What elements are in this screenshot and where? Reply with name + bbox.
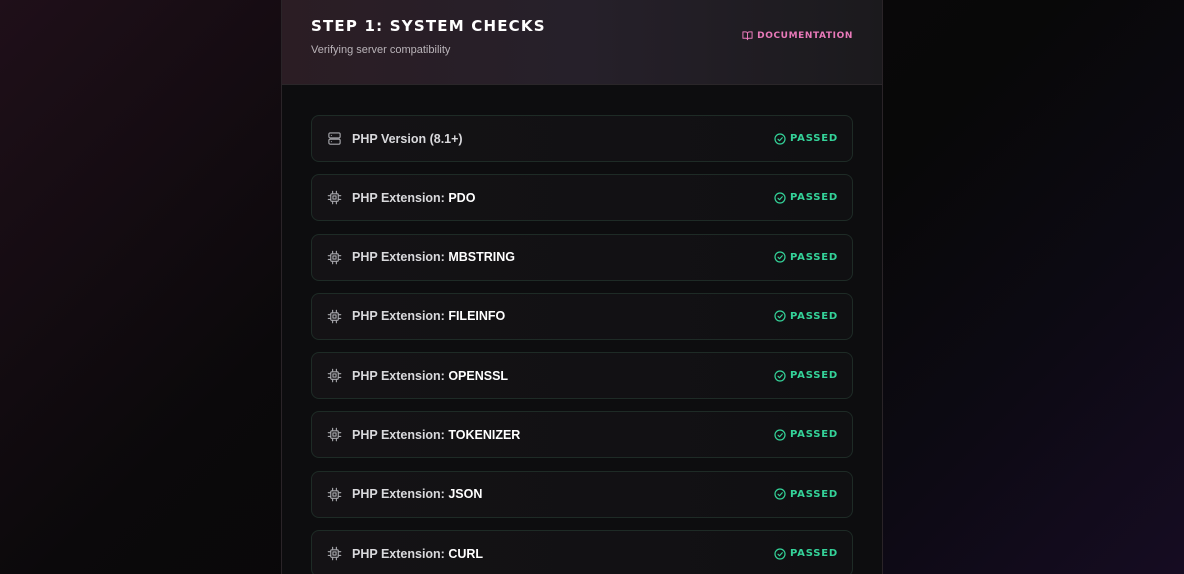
- documentation-link-label: DOCUMENTATION: [757, 30, 853, 41]
- check-label: PHP Extension: FILEINFO: [352, 309, 505, 323]
- check-label-prefix: PHP Extension:: [352, 487, 449, 502]
- system-check-row: PHP Extension: PDO PASSED: [311, 174, 853, 222]
- status-text: PASSED: [789, 133, 838, 144]
- check-label-prefix: PHP Extension:: [352, 368, 449, 383]
- status-badge: PASSED: [774, 310, 838, 322]
- system-check-row: PHP Extension: MBSTRING PASSED: [311, 233, 853, 281]
- status-text: PASSED: [789, 548, 838, 560]
- check-circle-icon: [774, 547, 786, 560]
- system-check-row: PHP Extension: CURL PASSED: [311, 530, 853, 574]
- system-check-row: PHP Extension: JSON PASSED: [311, 470, 853, 518]
- check-label-prefix: PHP Extension:: [352, 309, 449, 324]
- check-circle-icon: [774, 310, 786, 322]
- status-badge: PASSED: [774, 370, 838, 382]
- check-label-prefix: PHP Version (8.1+): [352, 131, 463, 146]
- check-extension-name: OPENSSL: [448, 368, 509, 383]
- status-badge: PASSED: [774, 547, 838, 560]
- cpu-chip-icon: [326, 368, 342, 384]
- check-label-prefix: PHP Extension:: [352, 250, 449, 265]
- check-extension-name: TOKENIZER: [448, 427, 521, 442]
- cpu-chip-icon: [326, 546, 342, 562]
- check-circle-icon: [774, 488, 786, 500]
- system-check-row: PHP Version (8.1+) PASSED: [311, 115, 853, 162]
- check-label: PHP Extension: CURL: [352, 547, 483, 561]
- status-badge: PASSED: [774, 251, 838, 263]
- status-badge: PASSED: [774, 429, 838, 441]
- check-extension-name: FILEINFO: [448, 309, 506, 324]
- status-text: PASSED: [789, 370, 838, 382]
- book-open-icon: [742, 30, 753, 41]
- status-badge: PASSED: [774, 132, 838, 145]
- check-extension-name: PDO: [448, 190, 476, 205]
- system-check-row: PHP Extension: TOKENIZER PASSED: [311, 411, 853, 459]
- check-label: PHP Version (8.1+): [352, 132, 463, 146]
- status-text: PASSED: [789, 310, 838, 322]
- check-circle-icon: [774, 132, 786, 145]
- check-label: PHP Extension: PDO: [352, 191, 475, 205]
- system-check-row: PHP Extension: OPENSSL PASSED: [311, 352, 853, 400]
- server-icon: [326, 131, 342, 147]
- system-check-row: PHP Extension: FILEINFO PASSED: [311, 292, 853, 340]
- check-label: PHP Extension: JSON: [352, 487, 482, 501]
- installer-panel: STEP 1: SYSTEM CHECKS Verifying server c…: [281, 0, 883, 574]
- check-label: PHP Extension: MBSTRING: [352, 250, 515, 264]
- check-label: PHP Extension: TOKENIZER: [352, 428, 520, 442]
- check-circle-icon: [774, 370, 786, 382]
- status-text: PASSED: [789, 488, 838, 500]
- check-circle-icon: [774, 251, 786, 263]
- check-circle-icon: [774, 192, 786, 204]
- check-extension-name: MBSTRING: [448, 250, 515, 265]
- check-extension-name: CURL: [448, 546, 484, 561]
- status-text: PASSED: [789, 192, 838, 204]
- check-label: PHP Extension: OPENSSL: [352, 369, 508, 383]
- check-extension-name: JSON: [448, 487, 483, 502]
- status-text: PASSED: [789, 251, 838, 263]
- step-subtitle: Verifying server compatibility: [311, 44, 451, 56]
- check-label-prefix: PHP Extension:: [352, 546, 449, 561]
- cpu-chip-icon: [326, 486, 342, 502]
- documentation-link[interactable]: DOCUMENTATION: [742, 30, 853, 41]
- system-check-list: PHP Version (8.1+) PASSED PHP Extension: P…: [311, 115, 853, 574]
- cpu-chip-icon: [326, 427, 342, 443]
- cpu-chip-icon: [326, 190, 342, 206]
- status-text: PASSED: [789, 429, 838, 441]
- check-circle-icon: [774, 429, 786, 441]
- panel-header: STEP 1: SYSTEM CHECKS Verifying server c…: [282, 0, 882, 85]
- cpu-chip-icon: [326, 308, 342, 324]
- check-label-prefix: PHP Extension:: [352, 427, 449, 442]
- status-badge: PASSED: [774, 488, 838, 500]
- step-title: STEP 1: SYSTEM CHECKS: [311, 17, 546, 35]
- check-label-prefix: PHP Extension:: [352, 190, 449, 205]
- status-badge: PASSED: [774, 192, 838, 204]
- cpu-chip-icon: [326, 249, 342, 265]
